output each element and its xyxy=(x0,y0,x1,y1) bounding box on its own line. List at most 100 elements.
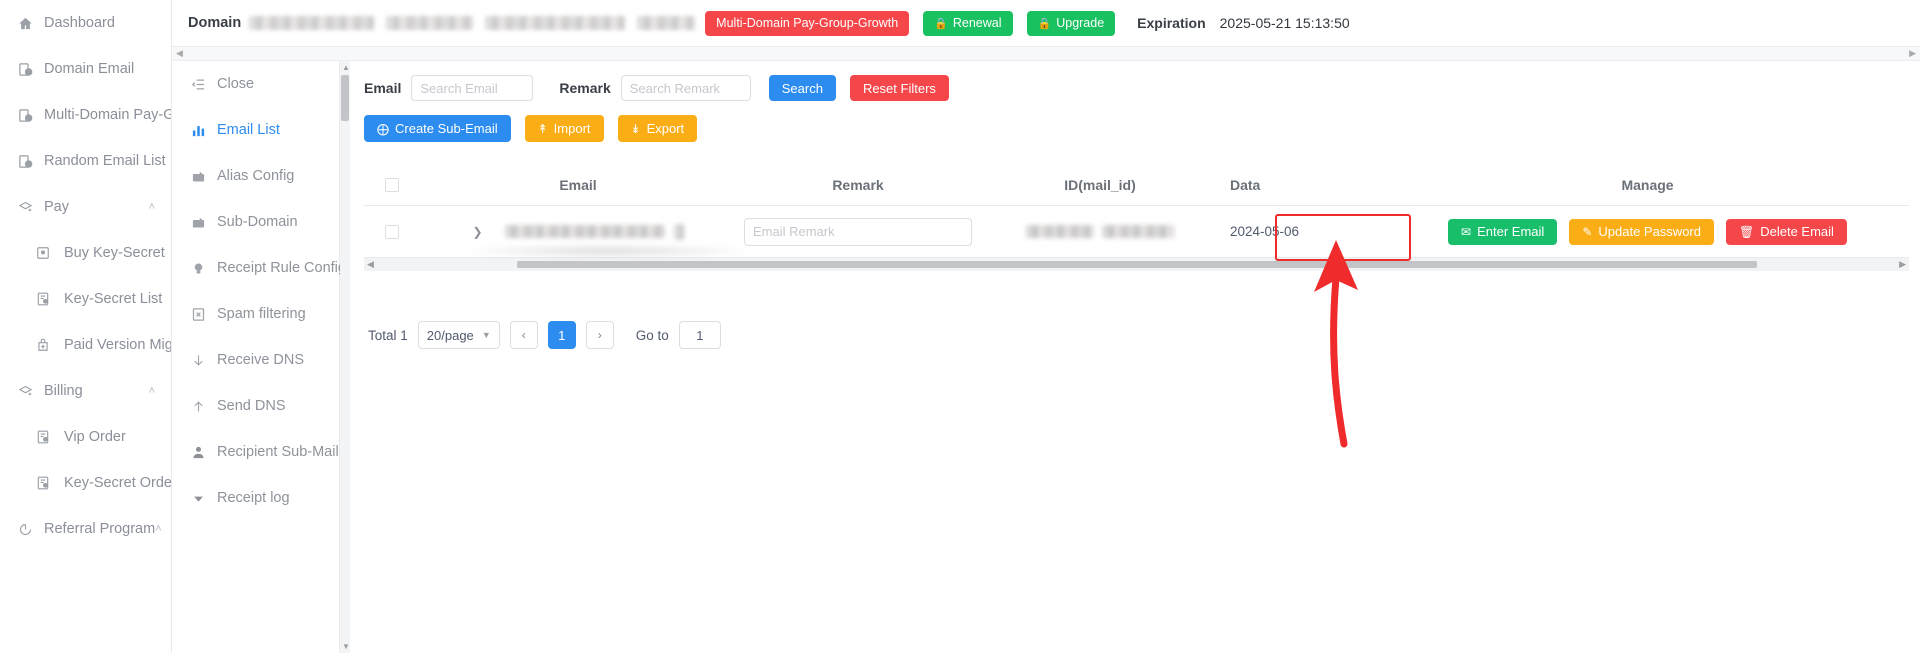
submenu-item-alias-config[interactable]: Alias Config xyxy=(173,153,339,199)
table-row: ❯ 2024-05-06 ✉ Enter Email xyxy=(364,206,1909,258)
email-remark-input[interactable] xyxy=(744,217,972,246)
create-sub-email-label: Create Sub-Email xyxy=(395,121,498,136)
update-password-button[interactable]: ✎ Update Password xyxy=(1569,218,1714,245)
pay-icon xyxy=(18,200,40,215)
pagination-page-1[interactable]: 1 xyxy=(547,321,576,349)
submenu-item-label: Send DNS xyxy=(217,398,286,414)
horizontal-scroll-thumb[interactable] xyxy=(516,261,1757,268)
trash-icon: 🗑 xyxy=(1739,224,1755,239)
upload-icon: ↟ xyxy=(537,121,548,136)
sidebar-item-domain-email[interactable]: Domain Email xyxy=(0,46,171,92)
search-remark-input[interactable] xyxy=(620,75,751,101)
filter-bar: Email Remark Search Reset Filters xyxy=(350,61,1920,101)
sidebar-item-label: Key-Secret Order xyxy=(64,475,172,491)
submenu-item-spam-filtering[interactable]: Spam filtering xyxy=(173,291,339,337)
reset-filters-button[interactable]: Reset Filters xyxy=(849,75,949,101)
column-header-manage: Manage xyxy=(1621,176,1674,193)
update-password-label: Update Password xyxy=(1598,224,1701,239)
column-header-email: Email xyxy=(559,176,597,193)
row-checkbox-cell xyxy=(364,224,420,239)
scroll-up-arrow-icon[interactable]: ▲ xyxy=(342,63,350,72)
cell-manage: ✉ Enter Email ✎ Update Password 🗑 Delete… xyxy=(1386,218,1909,245)
scroll-left-arrow-icon[interactable]: ◀ xyxy=(367,259,374,270)
sidebar-item-multi-domain-pay-group[interactable]: Multi-Domain Pay-Group xyxy=(0,92,171,138)
triangle-down-icon xyxy=(191,491,213,506)
submenu-item-receipt-rule-config[interactable]: Receipt Rule Config xyxy=(173,245,346,291)
key-secret-order-icon xyxy=(36,476,60,490)
chevron-down-icon: ▼ xyxy=(481,330,491,340)
submenu-item-receive-dns[interactable]: Receive DNS xyxy=(173,337,339,383)
mail-id-value-redacted xyxy=(1026,225,1094,238)
domain-email-icon xyxy=(18,62,40,77)
chevron-up-icon[interactable]: ˄ xyxy=(155,523,161,535)
sidebar-item-label: Domain Email xyxy=(44,61,135,77)
create-sub-email-button[interactable]: ⨁ Create Sub-Email xyxy=(364,115,511,142)
arrow-down-icon xyxy=(191,353,213,368)
renewal-button-label: Renewal xyxy=(952,16,1002,30)
scroll-left-arrow-icon[interactable]: ◀ xyxy=(176,48,183,59)
domain-value-redacted xyxy=(485,16,626,30)
app-root: Dashboard Domain Email Multi-Domain Pay-… xyxy=(0,0,1920,653)
alias-config-icon xyxy=(191,169,213,184)
total-count-label: Total 1 xyxy=(368,327,408,343)
sidebar-item-vip-order[interactable]: Vip Order xyxy=(0,414,171,460)
bulb-icon xyxy=(191,261,213,276)
top-horizontal-scrollbar[interactable]: ◀ ▶ xyxy=(172,47,1920,61)
upgrade-button[interactable]: 🔒 Upgrade xyxy=(1026,10,1116,36)
scroll-down-arrow-icon[interactable]: ▼ xyxy=(342,642,350,651)
submenu-item-email-list[interactable]: Email List xyxy=(173,107,339,153)
submenu-item-send-dns[interactable]: Send DNS xyxy=(173,383,339,429)
sidebar-item-random-email-list[interactable]: Random Email List xyxy=(0,138,171,184)
sidebar-item-buy-key-secret[interactable]: Buy Key-Secret xyxy=(0,230,171,276)
sidebar-item-label: Paid Version Migration xyxy=(64,337,171,353)
content-vertical-scrollbar[interactable]: ▲ ▼ xyxy=(340,61,350,653)
page-size-select[interactable]: 20/page ▼ xyxy=(417,321,500,349)
submenu-item-recipient-sub-mail[interactable]: Recipient Sub-Mail xyxy=(173,429,339,475)
pagination-next-button[interactable]: › xyxy=(585,321,614,349)
pay-group-badge[interactable]: Multi-Domain Pay-Group-Growth xyxy=(705,10,910,36)
scroll-right-arrow-icon[interactable]: ▶ xyxy=(1909,48,1916,59)
arrow-up-icon xyxy=(191,399,213,414)
submenu-item-label: Receipt log xyxy=(217,490,290,506)
submenu-item-close[interactable]: Close xyxy=(173,61,339,107)
chevron-up-icon[interactable]: ˄ xyxy=(149,385,155,397)
enter-email-label: Enter Email xyxy=(1477,224,1545,239)
table-horizontal-scrollbar[interactable]: ◀ ▶ xyxy=(364,258,1909,271)
pagination-prev-button[interactable]: ‹ xyxy=(509,321,538,349)
buy-key-secret-icon xyxy=(36,246,60,260)
submenu-item-sub-domain[interactable]: Sub-Domain xyxy=(173,199,339,245)
upgrade-button-label: Upgrade xyxy=(1056,16,1105,30)
submenu-item-label: Receive DNS xyxy=(217,352,305,368)
export-button[interactable]: ↡ Export xyxy=(617,115,698,142)
import-button[interactable]: ↟ Import xyxy=(524,115,604,142)
scroll-right-arrow-icon[interactable]: ▶ xyxy=(1899,259,1906,270)
select-all-checkbox[interactable] xyxy=(385,177,399,192)
sidebar-item-billing[interactable]: Billing ˄ xyxy=(0,368,171,414)
submenu-item-receipt-log[interactable]: Receipt log xyxy=(173,475,339,521)
edit-icon: ✎ xyxy=(1582,224,1593,239)
sidebar-item-pay[interactable]: Pay ˄ xyxy=(0,184,171,230)
primary-sidebar: Dashboard Domain Email Multi-Domain Pay-… xyxy=(0,0,172,653)
row-checkbox[interactable] xyxy=(385,224,399,239)
enter-email-button[interactable]: ✉ Enter Email xyxy=(1448,218,1558,245)
sidebar-item-paid-version-migration[interactable]: Paid Version Migration xyxy=(0,322,171,368)
sidebar-item-label: Key-Secret List xyxy=(64,291,163,307)
sidebar-item-key-secret-list[interactable]: Key-Secret List xyxy=(0,276,171,322)
sidebar-item-referral-program[interactable]: Referral Program ˄ xyxy=(0,506,171,552)
sidebar-item-key-secret-order[interactable]: Key-Secret Order xyxy=(0,460,171,506)
vertical-scroll-thumb[interactable] xyxy=(341,75,349,121)
row-expand-icon[interactable]: ❯ xyxy=(472,225,482,239)
renewal-button[interactable]: 🔒 Renewal xyxy=(923,10,1013,36)
search-button[interactable]: Search xyxy=(768,75,836,101)
lock-icon: 🔒 xyxy=(934,17,948,30)
sidebar-item-dashboard[interactable]: Dashboard xyxy=(0,0,171,46)
delete-email-button[interactable]: 🗑 Delete Email xyxy=(1726,218,1847,245)
table-header-row: Email Remark ID(mail_id) Data Manage xyxy=(364,164,1909,206)
random-email-icon xyxy=(18,154,40,169)
chevron-up-icon[interactable]: ˄ xyxy=(149,201,155,213)
key-secret-list-icon xyxy=(36,292,60,306)
submenu-item-label: Spam filtering xyxy=(217,306,306,322)
search-email-input[interactable] xyxy=(411,75,534,101)
goto-page-input[interactable] xyxy=(678,321,721,349)
email-filter-label: Email xyxy=(364,80,402,96)
